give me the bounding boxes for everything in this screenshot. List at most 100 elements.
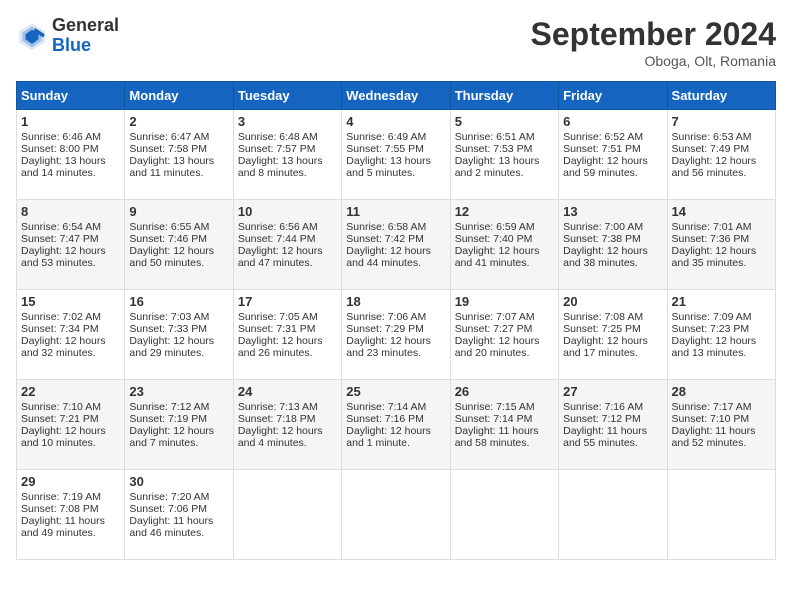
sunset: Sunset: 7:18 PM [238,413,316,425]
calendar-cell [233,470,341,560]
calendar-cell: 3Sunrise: 6:48 AMSunset: 7:57 PMDaylight… [233,110,341,200]
sunset: Sunset: 7:55 PM [346,143,424,155]
daylight: Daylight: 12 hours and 10 minutes. [21,425,106,449]
sunrise: Sunrise: 7:08 AM [563,311,643,323]
day-number: 12 [455,204,554,219]
day-number: 8 [21,204,120,219]
sunset: Sunset: 7:25 PM [563,323,641,335]
month-title: September 2024 [531,16,776,53]
daylight: Daylight: 11 hours and 49 minutes. [21,515,105,539]
calendar-cell: 7Sunrise: 6:53 AMSunset: 7:49 PMDaylight… [667,110,775,200]
col-sunday: Sunday [17,82,125,110]
day-number: 2 [129,114,228,129]
sunset: Sunset: 7:34 PM [21,323,99,335]
sunset: Sunset: 7:44 PM [238,233,316,245]
calendar-cell: 1Sunrise: 6:46 AMSunset: 8:00 PMDaylight… [17,110,125,200]
sunset: Sunset: 7:12 PM [563,413,641,425]
daylight: Daylight: 12 hours and 26 minutes. [238,335,323,359]
logo: General Blue [16,16,119,56]
day-number: 6 [563,114,662,129]
daylight: Daylight: 12 hours and 35 minutes. [672,245,757,269]
daylight: Daylight: 12 hours and 47 minutes. [238,245,323,269]
day-number: 23 [129,384,228,399]
calendar-week-3: 15Sunrise: 7:02 AMSunset: 7:34 PMDayligh… [17,290,776,380]
day-number: 4 [346,114,445,129]
daylight: Daylight: 11 hours and 55 minutes. [563,425,647,449]
sunrise: Sunrise: 6:48 AM [238,131,318,143]
sunset: Sunset: 7:40 PM [455,233,533,245]
calendar-cell: 23 Sunrise: 7:12 AMSunset: 7:19 PMDayligh… [125,380,233,470]
logo-text: General Blue [52,16,119,56]
sunrise: Sunrise: 6:58 AM [346,221,426,233]
sunrise: Sunrise: 7:19 AM [21,491,101,503]
sunrise: Sunrise: 6:56 AM [238,221,318,233]
calendar-cell: 12Sunrise: 6:59 AMSunset: 7:40 PMDayligh… [450,200,558,290]
calendar-cell: 8Sunrise: 6:54 AMSunset: 7:47 PMDaylight… [17,200,125,290]
sunset: Sunset: 7:06 PM [129,503,207,515]
calendar-cell: 25Sunrise: 7:14 AMSunset: 7:16 PMDayligh… [342,380,450,470]
day-number: 7 [672,114,771,129]
daylight: Daylight: 12 hours and 4 minutes. [238,425,323,449]
sunrise: Sunrise: 6:46 AM [21,131,101,143]
sunrise: Sunrise: 7:06 AM [346,311,426,323]
calendar-cell: 5 Sunrise: 6:51 AMSunset: 7:53 PMDaylight… [450,110,558,200]
sunset: Sunset: 7:33 PM [129,323,207,335]
col-wednesday: Wednesday [342,82,450,110]
calendar-cell: 18Sunrise: 7:06 AMSunset: 7:29 PMDayligh… [342,290,450,380]
day-number: 13 [563,204,662,219]
calendar-table: Sunday Monday Tuesday Wednesday Thursday… [16,81,776,560]
daylight: Daylight: 12 hours and 13 minutes. [672,335,757,359]
sunrise: Sunrise: 7:03 AM [129,311,209,323]
daylight: Daylight: 12 hours and 38 minutes. [563,245,648,269]
day-number: 5 [455,114,554,129]
day-number: 18 [346,294,445,309]
col-monday: Monday [125,82,233,110]
calendar-cell: 10 Sunrise: 6:56 AMSunset: 7:44 PMDayligh… [233,200,341,290]
sunrise: Sunrise: 6:54 AM [21,221,101,233]
sunset: Sunset: 8:00 PM [21,143,99,155]
sunrise: Sunrise: 6:59 AM [455,221,535,233]
daylight: Daylight: 12 hours and 7 minutes. [129,425,214,449]
sunrise: Sunrise: 7:20 AM [129,491,209,503]
sunset: Sunset: 7:46 PM [129,233,207,245]
calendar-week-1: 1 Sunrise: 6:46 AMSunset: 8:00 PM Daylight… [17,110,776,200]
day-number: 9 [129,204,228,219]
sunrise: Sunrise: 7:17 AM [672,401,752,413]
location: Oboga, Olt, Romania [531,53,776,69]
daylight: Daylight: 13 hours and 2 minutes. [455,155,540,179]
sunset: Sunset: 7:19 PM [129,413,207,425]
sunrise: Sunrise: 6:51 AM [455,131,535,143]
sunrise: Sunrise: 7:07 AM [455,311,535,323]
sunrise: Sunrise: 6:53 AM [672,131,752,143]
calendar-cell: 11Sunrise: 6:58 AMSunset: 7:42 PMDayligh… [342,200,450,290]
calendar-cell: 21Sunrise: 7:09 AMSunset: 7:23 PMDayligh… [667,290,775,380]
daylight: Daylight: 11 hours and 58 minutes. [455,425,539,449]
sunset: Sunset: 7:08 PM [21,503,99,515]
day-number: 1 [21,114,120,129]
calendar-cell [342,470,450,560]
sunrise: Sunrise: 7:00 AM [563,221,643,233]
calendar-cell: 17Sunrise: 7:05 AMSunset: 7:31 PMDayligh… [233,290,341,380]
sunrise: Sunrise: 7:14 AM [346,401,426,413]
sunrise: Sunrise: 7:12 AM [129,401,209,413]
day-number: 10 [238,204,337,219]
calendar-cell: 4Sunrise: 6:49 AMSunset: 7:55 PMDaylight… [342,110,450,200]
calendar-cell: 29Sunrise: 7:19 AMSunset: 7:08 PMDayligh… [17,470,125,560]
day-number: 15 [21,294,120,309]
calendar-cell: 27Sunrise: 7:16 AMSunset: 7:12 PMDayligh… [559,380,667,470]
sunset: Sunset: 7:23 PM [672,323,750,335]
daylight: Daylight: 13 hours and 8 minutes. [238,155,323,179]
sunset: Sunset: 7:29 PM [346,323,424,335]
day-number: 3 [238,114,337,129]
page-header: General Blue September 2024 Oboga, Olt, … [16,16,776,69]
sunset: Sunset: 7:42 PM [346,233,424,245]
sunset: Sunset: 7:51 PM [563,143,641,155]
sunset: Sunset: 7:53 PM [455,143,533,155]
sunset: Sunset: 7:47 PM [21,233,99,245]
daylight: Daylight: 13 hours and 11 minutes. [129,155,214,179]
day-number: 25 [346,384,445,399]
calendar-cell: 6Sunrise: 6:52 AMSunset: 7:51 PMDaylight… [559,110,667,200]
calendar-cell: 9Sunrise: 6:55 AMSunset: 7:46 PMDaylight… [125,200,233,290]
col-saturday: Saturday [667,82,775,110]
sunrise: Sunrise: 7:10 AM [21,401,101,413]
